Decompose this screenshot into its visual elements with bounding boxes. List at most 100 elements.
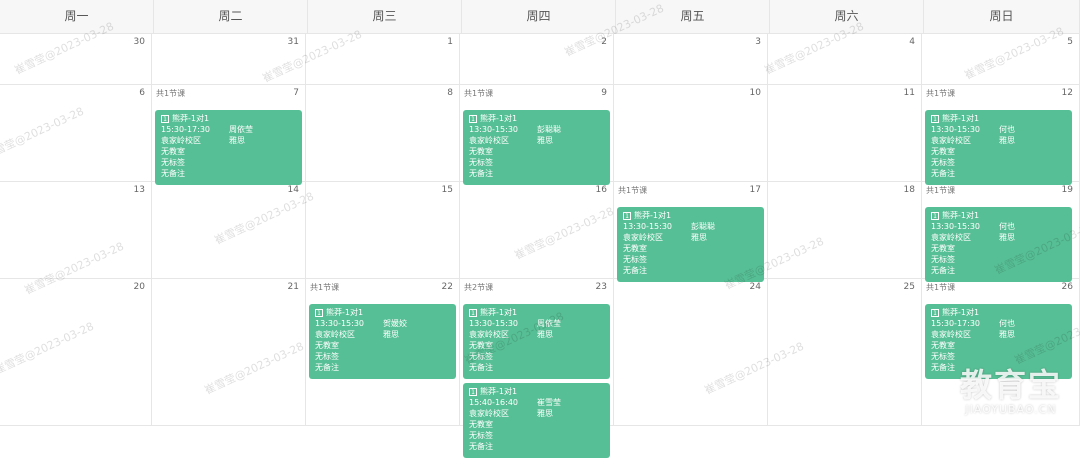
lesson-teacher: 何也 [999,125,1015,134]
day-cell[interactable]: 23 共2节课 1 熊莽-1对1 13:30-15:30 周依莹 袁家岭校区 雅思 无教室 无标签… [460,279,614,458]
lesson-tag: 无标签 [469,158,493,167]
lesson-count: 共1节课 [310,283,340,292]
lesson-count: 共1节课 [926,186,956,195]
day-cell[interactable]: 11 [768,85,922,181]
day-number: 31 [287,37,299,47]
lesson-teacher: 彭聪聪 [691,222,715,231]
lesson-brand: 雅思 [537,409,553,418]
day-number: 12 [1061,88,1073,98]
week-row: 6 7 共1节课 1 熊莽-1对1 15:30-17:30 周依莹 袁家岭校区 雅思 无教室 无标签… [0,85,1080,185]
lesson-time: 13:30-15:30 [469,319,518,328]
week-row: 13 14 15 16 17 共1节课 1 熊莽-1对1 13:30-15:30 彭聪聪 袁家岭校区… [0,182,1080,282]
lesson-tag: 无标签 [931,158,955,167]
day-cell[interactable]: 3 [614,34,768,84]
day-cell[interactable]: 31 [152,34,306,84]
lesson-brand: 雅思 [537,136,553,145]
day-cell[interactable]: 21 [152,279,306,425]
week-row: 30 31 1 2 3 4 5 [0,34,1080,85]
lesson-teacher: 崔雪莹 [537,398,561,407]
lesson-name: 熊莽-1对1 [634,211,672,220]
day-cell[interactable]: 13 [0,182,152,278]
lesson-brand: 雅思 [537,330,553,339]
lesson-count: 共1节课 [926,283,956,292]
lesson-tag: 无标签 [931,255,955,264]
lesson-tag: 无标签 [623,255,647,264]
day-number: 17 [749,185,761,195]
lesson-name: 熊莽-1对1 [942,308,980,317]
lesson-brand: 雅思 [383,330,399,339]
day-cell[interactable]: 9 共1节课 1 熊莽-1对1 13:30-15:30 彭聪聪 袁家岭校区 雅思 无教室 无标签无… [460,85,614,185]
lesson-room: 无教室 [161,147,185,156]
day-cell[interactable]: 18 [768,182,922,278]
day-cell[interactable]: 16 [460,182,614,278]
lesson-room: 无教室 [469,420,493,429]
weekday-2: 周三 [308,0,462,33]
lesson-card[interactable]: 1 熊莽-1对1 13:30-15:30 何也 袁家岭校区 雅思 无教室 无标签 无备注 [925,110,1072,185]
weekday-6: 周日 [924,0,1080,33]
lesson-teacher: 何也 [999,222,1015,231]
lesson-name: 熊莽-1对1 [942,114,980,123]
lesson-card[interactable]: 1 熊莽-1对1 13:30-15:30 彭聪聪 袁家岭校区 雅思 无教室 无标签 无备注 [463,110,610,185]
lesson-teacher: 何也 [999,319,1015,328]
lesson-campus: 袁家岭校区 [623,233,663,242]
lesson-tag: 无标签 [469,431,493,440]
lesson-room: 无教室 [469,147,493,156]
lesson-room: 无教室 [469,341,493,350]
day-cell[interactable]: 1 [306,34,460,84]
lesson-tag: 无标签 [161,158,185,167]
day-cell[interactable]: 17 共1节课 1 熊莽-1对1 13:30-15:30 彭聪聪 袁家岭校区 雅思 无教室 无标签… [614,182,768,282]
day-number: 24 [749,282,761,292]
lesson-room: 无教室 [623,244,647,253]
day-number: 22 [441,282,453,292]
day-cell[interactable]: 24 [614,279,768,425]
day-cell[interactable]: 4 [768,34,922,84]
day-cell[interactable]: 14 [152,182,306,278]
day-cell[interactable]: 12 共1节课 1 熊莽-1对1 13:30-15:30 何也 袁家岭校区 雅思 无教室 无标签无… [922,85,1080,185]
day-number: 3 [755,37,761,47]
calendar-grid: 30 31 1 2 3 4 5 6 7 共1节课 1 熊莽-1对1 15:30-17:30 周依莹 袁家岭校… [0,34,1080,458]
lesson-card[interactable]: 1 熊莽-1对1 13:30-15:30 贺媛姣 袁家岭校区 雅思 无教室 无标签 无备注 [309,304,456,379]
weekday-4: 周五 [616,0,770,33]
lesson-time: 15:40-16:40 [469,398,518,407]
lesson-card[interactable]: 1 熊莽-1对1 15:30-17:30 周依莹 袁家岭校区 雅思 无教室 无标签 无备注 [155,110,302,185]
one-on-one-icon: 1 [315,308,323,317]
day-cell[interactable]: 30 [0,34,152,84]
lesson-campus: 袁家岭校区 [931,136,971,145]
day-cell[interactable]: 2 [460,34,614,84]
lesson-campus: 袁家岭校区 [315,330,355,339]
lesson-card[interactable]: 1 熊莽-1对1 13:30-15:30 何也 袁家岭校区 雅思 无教室 无标签 无备注 [925,207,1072,282]
day-cell[interactable]: 25 [768,279,922,425]
lesson-brand: 雅思 [999,136,1015,145]
day-cell[interactable]: 5 [922,34,1080,84]
lesson-name: 熊莽-1对1 [326,308,364,317]
day-number: 21 [287,282,299,292]
one-on-one-icon: 1 [469,387,477,396]
day-number: 23 [595,282,607,292]
lesson-card[interactable]: 1 熊莽-1对1 13:30-15:30 周依莹 袁家岭校区 雅思 无教室 无标签 无备注 [463,304,610,379]
lesson-brand: 雅思 [229,136,245,145]
lesson-note: 无备注 [469,442,493,451]
weekday-0: 周一 [0,0,154,33]
lesson-note: 无备注 [469,169,493,178]
weekday-header: 周一 周二 周三 周四 周五 周六 周日 [0,0,1080,34]
day-cell[interactable]: 6 [0,85,152,181]
lesson-card[interactable]: 1 熊莽-1对1 13:30-15:30 彭聪聪 袁家岭校区 雅思 无教室 无标签 无备注 [617,207,764,282]
lesson-teacher: 贺媛姣 [383,319,407,328]
lesson-teacher: 周依莹 [229,125,253,134]
day-cell[interactable]: 10 [614,85,768,181]
day-cell[interactable]: 22 共1节课 1 熊莽-1对1 13:30-15:30 贺媛姣 袁家岭校区 雅思 无教室 无标签… [306,279,460,425]
day-number: 20 [133,282,145,292]
day-cell[interactable]: 8 [306,85,460,181]
one-on-one-icon: 1 [931,211,939,220]
lesson-note: 无备注 [931,266,955,275]
day-cell[interactable]: 15 [306,182,460,278]
day-cell[interactable]: 20 [0,279,152,425]
lesson-room: 无教室 [931,341,955,350]
day-cell[interactable]: 7 共1节课 1 熊莽-1对1 15:30-17:30 周依莹 袁家岭校区 雅思 无教室 无标签无… [152,85,306,185]
day-cell[interactable]: 19 共1节课 1 熊莽-1对1 13:30-15:30 何也 袁家岭校区 雅思 无教室 无标签无… [922,182,1080,282]
day-number: 7 [293,88,299,98]
lesson-campus: 袁家岭校区 [161,136,201,145]
lesson-brand: 雅思 [999,233,1015,242]
lesson-count: 共1节课 [618,186,648,195]
lesson-card[interactable]: 1 熊莽-1对1 15:40-16:40 崔雪莹 袁家岭校区 雅思 无教室 无标签 无备注 [463,383,610,458]
